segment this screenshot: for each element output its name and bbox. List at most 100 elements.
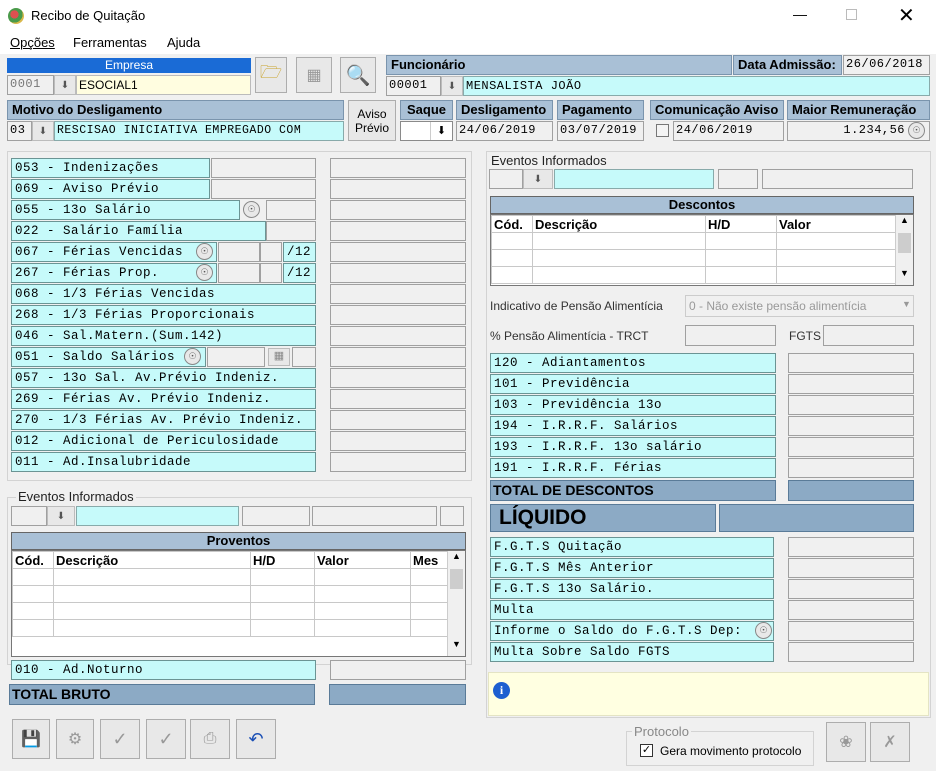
proventos-scrollbar[interactable]: ▲ ▼ bbox=[447, 551, 465, 656]
fgts-event-value[interactable] bbox=[788, 642, 914, 662]
pct-pensao-value[interactable] bbox=[685, 325, 776, 346]
comunicacao-value[interactable]: 24/06/2019 bbox=[673, 121, 784, 141]
close-icon[interactable]: ✕ bbox=[898, 3, 915, 28]
left-event-days[interactable] bbox=[218, 263, 260, 283]
fgts-event-value[interactable] bbox=[788, 558, 914, 578]
desc-event-value[interactable] bbox=[788, 416, 914, 436]
left-event-hd[interactable] bbox=[266, 200, 316, 220]
exit-button[interactable]: ✗ bbox=[870, 722, 910, 762]
coin-icon[interactable]: ☉ bbox=[243, 201, 260, 218]
right-ei-code[interactable] bbox=[489, 169, 523, 189]
left-event-days[interactable] bbox=[218, 242, 260, 262]
left-event-hd[interactable] bbox=[266, 221, 316, 241]
chevron-down-icon[interactable]: ▼ bbox=[902, 299, 911, 309]
left-event-hd[interactable] bbox=[211, 179, 316, 199]
undo-button[interactable]: ↶ bbox=[236, 719, 276, 759]
table-row[interactable] bbox=[12, 602, 465, 620]
left-event-hd[interactable] bbox=[207, 347, 265, 367]
aviso-previo-button[interactable]: Aviso Prévio bbox=[348, 100, 396, 141]
open-folder-button[interactable]: 🗁 bbox=[255, 57, 287, 93]
left-ei-valor[interactable] bbox=[312, 506, 437, 526]
left-event-value[interactable] bbox=[330, 452, 466, 472]
desc-event-value[interactable] bbox=[788, 437, 914, 457]
left-event-avos[interactable] bbox=[260, 242, 282, 262]
maximize-icon[interactable] bbox=[846, 9, 857, 20]
ad-noturno-value[interactable] bbox=[330, 660, 466, 680]
left-event-value[interactable] bbox=[330, 305, 466, 325]
empresa-lookup-button[interactable]: ⬇ bbox=[54, 75, 76, 95]
left-event-value[interactable] bbox=[330, 410, 466, 430]
left-event-avos[interactable] bbox=[260, 263, 282, 283]
left-event-value[interactable] bbox=[330, 263, 466, 283]
desligamento-value[interactable]: 24/06/2019 bbox=[456, 121, 553, 141]
confirm2-button[interactable]: ✓ bbox=[146, 719, 186, 759]
left-event-value[interactable] bbox=[330, 389, 466, 409]
left-ei-code[interactable] bbox=[11, 506, 47, 526]
left-event-hd[interactable] bbox=[211, 158, 316, 178]
right-ei-lookup-button[interactable]: ⬇ bbox=[523, 169, 553, 189]
left-event-aux[interactable] bbox=[292, 347, 316, 367]
fgts-event-value[interactable] bbox=[788, 537, 914, 557]
right-ei-hd[interactable] bbox=[718, 169, 758, 189]
fgts-event-value[interactable] bbox=[788, 600, 914, 620]
menu-ferramentas[interactable]: Ferramentas bbox=[73, 35, 147, 50]
fgts-value[interactable] bbox=[823, 325, 914, 346]
calculator-button[interactable]: ▦ bbox=[296, 57, 332, 93]
motivo-code[interactable]: 03 bbox=[7, 121, 32, 141]
left-event-value[interactable] bbox=[330, 326, 466, 346]
calculator-icon[interactable]: ▦ bbox=[268, 348, 290, 366]
empresa-code[interactable]: 0001 bbox=[7, 75, 54, 95]
left-event-value[interactable] bbox=[330, 284, 466, 304]
save-button[interactable]: 💾 bbox=[12, 719, 50, 759]
menu-opcoes[interactable]: Opções bbox=[10, 35, 55, 50]
desc-event-value[interactable] bbox=[788, 395, 914, 415]
table-row[interactable] bbox=[491, 249, 913, 267]
descontos-scrollbar[interactable]: ▲ ▼ bbox=[895, 215, 913, 285]
proventos-grid[interactable]: Cód. Descrição H/D Valor Mes ▲ ▼ bbox=[11, 550, 466, 657]
left-event-value[interactable] bbox=[330, 242, 466, 262]
left-ei-hd[interactable] bbox=[242, 506, 310, 526]
coin-icon[interactable]: ☉ bbox=[908, 122, 925, 139]
left-event-value[interactable] bbox=[330, 158, 466, 178]
left-event-value[interactable] bbox=[330, 347, 466, 367]
motivo-lookup-button[interactable]: ⬇ bbox=[32, 121, 54, 141]
confirm-button[interactable]: ✓ bbox=[100, 719, 140, 759]
pagamento-value[interactable]: 03/07/2019 bbox=[557, 121, 644, 141]
funcionario-lookup-button[interactable]: ⬇ bbox=[441, 76, 463, 96]
calc-button[interactable]: ⚙ bbox=[56, 719, 94, 759]
fgts-event-value[interactable] bbox=[788, 621, 914, 641]
left-event-value[interactable] bbox=[330, 368, 466, 388]
chevron-down-icon[interactable]: ⬇ bbox=[430, 122, 452, 140]
menu-ajuda[interactable]: Ajuda bbox=[167, 35, 200, 50]
settings-button[interactable]: ❀ bbox=[826, 722, 866, 762]
left-event-value[interactable] bbox=[330, 179, 466, 199]
coin-icon[interactable]: ☉ bbox=[755, 622, 772, 639]
minimize-icon[interactable]: — bbox=[793, 6, 807, 22]
table-row[interactable] bbox=[12, 585, 465, 603]
coin-icon[interactable]: ☉ bbox=[196, 264, 213, 281]
descontos-grid[interactable]: Cód. Descrição H/D Valor ▲ ▼ bbox=[490, 214, 914, 286]
protocolo-checkbox[interactable]: ✓ bbox=[640, 744, 653, 757]
desc-event-value[interactable] bbox=[788, 458, 914, 478]
funcionario-code[interactable]: 00001 bbox=[386, 76, 441, 96]
right-ei-valor[interactable] bbox=[762, 169, 913, 189]
table-row[interactable] bbox=[491, 266, 913, 284]
comunicacao-checkbox[interactable] bbox=[656, 124, 669, 137]
left-ei-lookup-button[interactable]: ⬇ bbox=[47, 506, 75, 526]
left-event-value[interactable] bbox=[330, 221, 466, 241]
left-event-value[interactable] bbox=[330, 431, 466, 451]
desc-event-value[interactable] bbox=[788, 353, 914, 373]
left-ei-mes[interactable] bbox=[440, 506, 464, 526]
fgts-event-value[interactable] bbox=[788, 579, 914, 599]
coin-icon[interactable]: ☉ bbox=[184, 348, 201, 365]
table-row[interactable] bbox=[12, 619, 465, 637]
print-button[interactable]: ⎙ bbox=[190, 719, 230, 759]
saque-label: Saque bbox=[400, 100, 453, 120]
table-row[interactable] bbox=[12, 568, 465, 586]
left-event-value[interactable] bbox=[330, 200, 466, 220]
desc-event-value[interactable] bbox=[788, 374, 914, 394]
table-row[interactable] bbox=[491, 232, 913, 250]
pensao-select[interactable]: 0 - Não existe pensão alimentícia bbox=[685, 295, 914, 317]
search-button[interactable]: 🔍 bbox=[340, 57, 376, 93]
coin-icon[interactable]: ☉ bbox=[196, 243, 213, 260]
